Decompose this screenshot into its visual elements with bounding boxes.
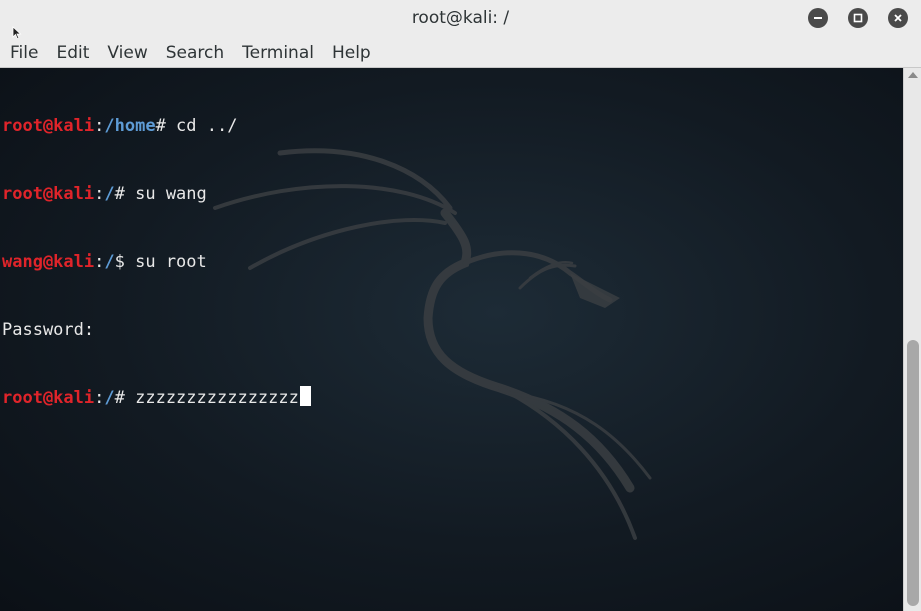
command-text: su wang: [135, 183, 207, 204]
command-input-text[interactable]: zzzzzzzzzzzzzzzz: [135, 388, 299, 408]
minimize-icon: [814, 17, 822, 19]
prompt-path: /: [104, 388, 115, 409]
terminal-line: wang@kali:/$ su root: [2, 251, 207, 272]
scrollbar[interactable]: [903, 68, 921, 611]
menu-help[interactable]: Help: [323, 38, 380, 68]
minimize-button[interactable]: [808, 8, 828, 28]
prompt-path: /home: [104, 116, 156, 137]
close-button[interactable]: [888, 8, 908, 28]
terminal-line: root@kali:/home# cd ../: [2, 116, 238, 137]
scroll-thumb[interactable]: [907, 340, 919, 606]
prompt-user: root@kali: [2, 388, 95, 409]
terminal-output: root@kali:/home# cd ../ root@kali:/# su …: [2, 70, 311, 454]
terminal-area[interactable]: root@kali:/home# cd ../ root@kali:/# su …: [0, 68, 903, 611]
prompt-user: root@kali: [2, 183, 95, 204]
menu-terminal[interactable]: Terminal: [233, 38, 323, 68]
menu-file[interactable]: File: [0, 38, 47, 68]
terminal-line: root@kali:/# zzzzzzzzzzzzzzzz: [2, 386, 311, 409]
menu-bar: File Edit View Search Terminal Help: [0, 38, 921, 68]
maximize-icon: [853, 13, 863, 23]
window-title: root@kali: /: [411, 8, 510, 28]
menu-search[interactable]: Search: [157, 38, 233, 68]
prompt-symbol: #: [155, 116, 177, 137]
prompt-user: root@kali: [2, 116, 95, 137]
prompt-user: wang@kali: [2, 251, 95, 272]
menu-view[interactable]: View: [98, 38, 156, 68]
terminal-line: Password:: [2, 319, 311, 342]
prompt-symbol: $: [114, 251, 136, 272]
title-bar: root@kali: /: [0, 0, 921, 40]
close-icon: [894, 14, 902, 22]
maximize-button[interactable]: [848, 8, 868, 28]
password-prompt: Password:: [2, 319, 95, 340]
command-text: cd ../: [176, 116, 238, 137]
scroll-up-arrow-icon[interactable]: [908, 72, 918, 78]
prompt-symbol: #: [114, 183, 136, 204]
terminal-line: root@kali:/# su wang: [2, 183, 207, 204]
prompt-path: /: [104, 251, 115, 272]
command-text: su root: [135, 251, 207, 272]
text-cursor: [299, 386, 311, 407]
menu-edit[interactable]: Edit: [47, 38, 98, 68]
prompt-path: /: [104, 183, 115, 204]
prompt-symbol: #: [114, 388, 136, 409]
